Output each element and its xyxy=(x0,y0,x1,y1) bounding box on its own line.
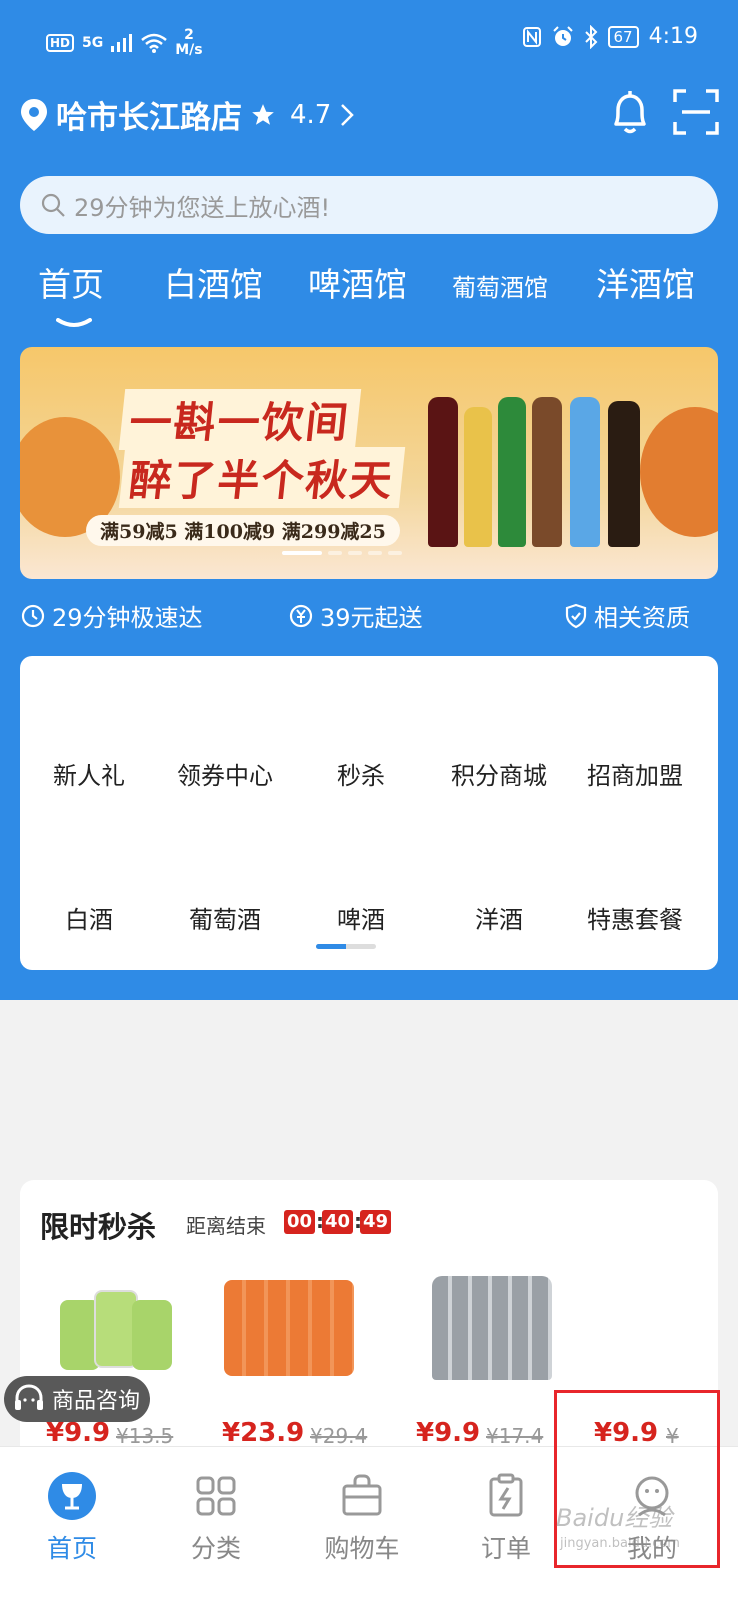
product-price: ¥9.9 xyxy=(46,1418,111,1448)
quick-flash-sale[interactable]: 秒杀 xyxy=(292,756,430,791)
banner-pagination xyxy=(282,551,402,555)
active-tab-indicator xyxy=(56,318,92,327)
shield-check-icon xyxy=(565,603,587,628)
flash-sale-subtitle: 距离结束 xyxy=(186,1214,266,1238)
wine-glass-icon xyxy=(48,1472,96,1520)
tab-bar-home[interactable]: 首页 xyxy=(12,1471,132,1565)
yuan-icon xyxy=(289,604,313,627)
quick-franchise[interactable]: 招商加盟 xyxy=(566,756,704,791)
search-input[interactable]: 29分钟为您送上放心酒! xyxy=(20,176,718,234)
feature-min-order: 39元起送 xyxy=(288,598,423,633)
quick-menu-grid: 新人礼 领券中心 秒杀 积分商城 招商加盟 白酒 葡萄酒 啤酒 洋酒 特惠套餐 xyxy=(20,656,718,970)
tab-baijiu[interactable]: 白酒馆 xyxy=(164,258,263,306)
banner-title-line2: 醉了半个秋天 xyxy=(118,447,406,508)
banner-promo-text: 满59减5 满100减9 满299减25 xyxy=(86,515,400,546)
product-original-price: ¥13.5 xyxy=(116,1424,174,1448)
store-selector[interactable]: 哈市长江路店 4.7 xyxy=(20,92,355,137)
banner-bottles xyxy=(420,387,670,547)
top-bar: 哈市长江路店 4.7 xyxy=(20,86,720,142)
clock-icon xyxy=(21,604,45,627)
quick-foreign-liquor[interactable]: 洋酒 xyxy=(430,900,568,935)
status-bar: HD 5G 2 M/s 67 4:19 xyxy=(0,20,738,66)
tab-bar-category[interactable]: 分类 xyxy=(156,1471,276,1565)
signal-icon xyxy=(111,34,133,52)
headset-icon xyxy=(15,1384,43,1410)
countdown-seconds: 49 xyxy=(360,1210,392,1234)
tab-bar-orders[interactable]: 订单 xyxy=(446,1471,566,1565)
tab-beer[interactable]: 啤酒馆 xyxy=(308,258,407,306)
search-placeholder: 29分钟为您送上放心酒! xyxy=(74,193,331,222)
feature-fast-delivery: 29分钟极速达 xyxy=(20,598,203,633)
category-tabs: 首页 白酒馆 啤酒馆 葡萄酒馆 洋酒馆 xyxy=(0,258,738,338)
hd-badge: HD xyxy=(46,34,75,52)
shopping-bag-icon xyxy=(342,1474,382,1516)
countdown-minutes: 40 xyxy=(322,1210,354,1234)
flash-sale-title: 限时秒杀 xyxy=(40,1210,157,1244)
clock: 4:19 xyxy=(648,24,698,49)
nfc-icon xyxy=(522,26,541,47)
tab-wine[interactable]: 葡萄酒馆 xyxy=(452,268,548,303)
banner-title-line1: 一斟一饮间 xyxy=(118,389,362,450)
signal-label: 5G xyxy=(82,35,104,51)
chevron-right-icon xyxy=(341,103,355,126)
clipboard-icon xyxy=(489,1473,523,1517)
watermark: Baidu经验 xyxy=(556,1504,673,1532)
tab-bar-cart[interactable]: 购物车 xyxy=(302,1471,422,1565)
product-price: ¥9.9 xyxy=(416,1418,481,1448)
tab-foreign-liquor[interactable]: 洋酒馆 xyxy=(596,258,695,306)
location-pin-icon xyxy=(21,98,47,131)
product-price: ¥23.9 xyxy=(222,1418,305,1448)
product-original-price: ¥17.4 xyxy=(486,1424,544,1448)
quick-coupon-center[interactable]: 领券中心 xyxy=(156,756,294,791)
search-icon xyxy=(41,193,65,217)
quick-wine[interactable]: 葡萄酒 xyxy=(156,900,294,935)
quick-new-user-gift[interactable]: 新人礼 xyxy=(20,756,158,791)
store-name: 哈市长江路店 xyxy=(56,100,242,136)
feature-qualification[interactable]: 相关资质 xyxy=(564,598,690,633)
promo-banner[interactable]: 一斟一饮间 醉了半个秋天 满59减5 满100减9 满299减25 xyxy=(20,347,718,579)
quick-special-bundle[interactable]: 特惠套餐 xyxy=(566,900,704,935)
tab-home[interactable]: 首页 xyxy=(38,258,104,306)
grid-icon xyxy=(196,1476,236,1516)
alarm-icon xyxy=(552,25,573,46)
network-speed: 2 M/s xyxy=(175,27,203,58)
service-features: 29分钟极速达 39元起送 相关资质 xyxy=(20,598,720,638)
bell-icon[interactable] xyxy=(608,88,652,136)
consult-label: 商品咨询 xyxy=(52,1389,141,1414)
quick-beer[interactable]: 啤酒 xyxy=(292,900,430,935)
star-icon xyxy=(252,103,274,125)
scan-icon[interactable] xyxy=(672,88,720,136)
wifi-icon xyxy=(141,33,168,53)
product-consult-button[interactable]: 商品咨询 xyxy=(4,1376,150,1422)
watermark-url: jingyan.baidu.com xyxy=(560,1536,680,1551)
store-rating: 4.7 xyxy=(290,99,332,130)
quick-menu-scrollbar xyxy=(316,944,376,949)
countdown-hours: 00 xyxy=(284,1210,316,1234)
quick-baijiu[interactable]: 白酒 xyxy=(20,900,158,935)
product-original-price: ¥29.4 xyxy=(310,1424,368,1448)
battery-level: 67 xyxy=(607,25,639,48)
bluetooth-icon xyxy=(584,24,597,49)
quick-points-mall[interactable]: 积分商城 xyxy=(430,756,568,791)
